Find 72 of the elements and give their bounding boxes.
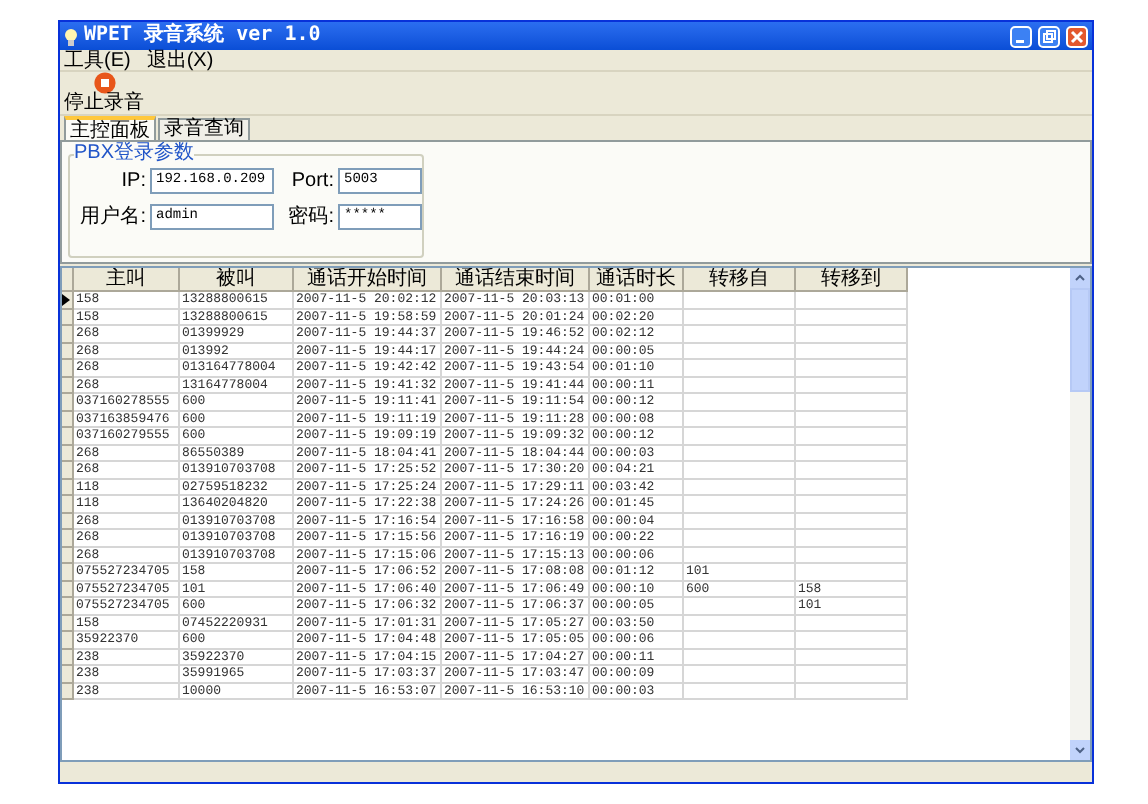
stop-icon xyxy=(93,72,115,94)
scroll-down-icon[interactable] xyxy=(1070,740,1090,760)
table-cell xyxy=(796,445,908,462)
table-cell xyxy=(796,547,908,564)
table-cell xyxy=(684,666,796,683)
column-header[interactable]: 转移到 xyxy=(796,268,908,292)
tab[interactable]: 录音查询 xyxy=(158,118,250,140)
row-selector[interactable] xyxy=(62,292,74,309)
field-label: 用户名: xyxy=(80,205,146,229)
table-cell xyxy=(796,462,908,479)
group-title: PBX登录参数 xyxy=(74,142,195,164)
close-icon[interactable] xyxy=(1066,25,1088,47)
table-cell xyxy=(796,632,908,649)
stop-recording-button[interactable]: 停止录音 xyxy=(64,72,144,114)
table-cell xyxy=(796,649,908,666)
table-cell xyxy=(684,394,796,411)
table-cell xyxy=(684,496,796,513)
table-cell xyxy=(684,309,796,326)
table-cell xyxy=(684,462,796,479)
table-cell xyxy=(796,309,908,326)
table-cell xyxy=(796,496,908,513)
table-cell xyxy=(796,428,908,445)
restore-icon[interactable] xyxy=(1038,25,1060,47)
table-cell xyxy=(684,649,796,666)
table-cell xyxy=(796,326,908,343)
table-cell xyxy=(796,377,908,394)
table-cell xyxy=(796,683,908,700)
column-header[interactable]: 通话时长 xyxy=(590,268,684,292)
field-label: 密码: xyxy=(288,205,334,229)
table-cell xyxy=(684,411,796,428)
table-cell xyxy=(796,292,908,309)
minimize-icon[interactable] xyxy=(1010,25,1032,47)
table-cell xyxy=(684,326,796,343)
menu-item[interactable]: 退出(X) xyxy=(146,49,214,71)
table-cell xyxy=(796,343,908,360)
table-cell xyxy=(684,292,796,309)
table-cell xyxy=(684,445,796,462)
table-cell xyxy=(684,598,796,615)
scroll-up-icon[interactable] xyxy=(1070,268,1090,288)
menu-item[interactable]: 工具(E) xyxy=(64,49,131,71)
table-cell xyxy=(684,513,796,530)
column-header[interactable]: 通话结束时间 xyxy=(442,268,590,292)
bulb-icon xyxy=(64,27,78,45)
table-cell xyxy=(684,343,796,360)
current-row-icon xyxy=(62,293,70,306)
table-cell xyxy=(796,666,908,683)
table-cell xyxy=(796,411,908,428)
table-cell xyxy=(796,530,908,547)
table-cell xyxy=(796,564,908,581)
table-cell xyxy=(684,360,796,377)
table-cell xyxy=(796,479,908,496)
table-cell xyxy=(796,360,908,377)
table-cell xyxy=(796,615,908,632)
scroll-thumb[interactable] xyxy=(1070,288,1090,392)
column-header[interactable]: 被叫 xyxy=(180,268,294,292)
table-cell xyxy=(796,513,908,530)
table-cell xyxy=(684,377,796,394)
tab[interactable]: 主控面板 xyxy=(64,116,156,140)
table-cell xyxy=(684,615,796,632)
table-cell xyxy=(684,428,796,445)
table-cell xyxy=(684,530,796,547)
window-title: WPET 录音系统 ver 1.0 xyxy=(84,24,321,48)
table-cell xyxy=(796,394,908,411)
table-cell xyxy=(684,683,796,700)
scrollbar[interactable] xyxy=(1070,268,1090,760)
column-header[interactable]: 通话开始时间 xyxy=(294,268,442,292)
field-label: IP: xyxy=(121,169,146,193)
table-cell xyxy=(684,632,796,649)
field-label: Port: xyxy=(291,169,334,193)
table-cell xyxy=(684,479,796,496)
column-header[interactable]: 转移自 xyxy=(684,268,796,292)
table-cell xyxy=(684,547,796,564)
